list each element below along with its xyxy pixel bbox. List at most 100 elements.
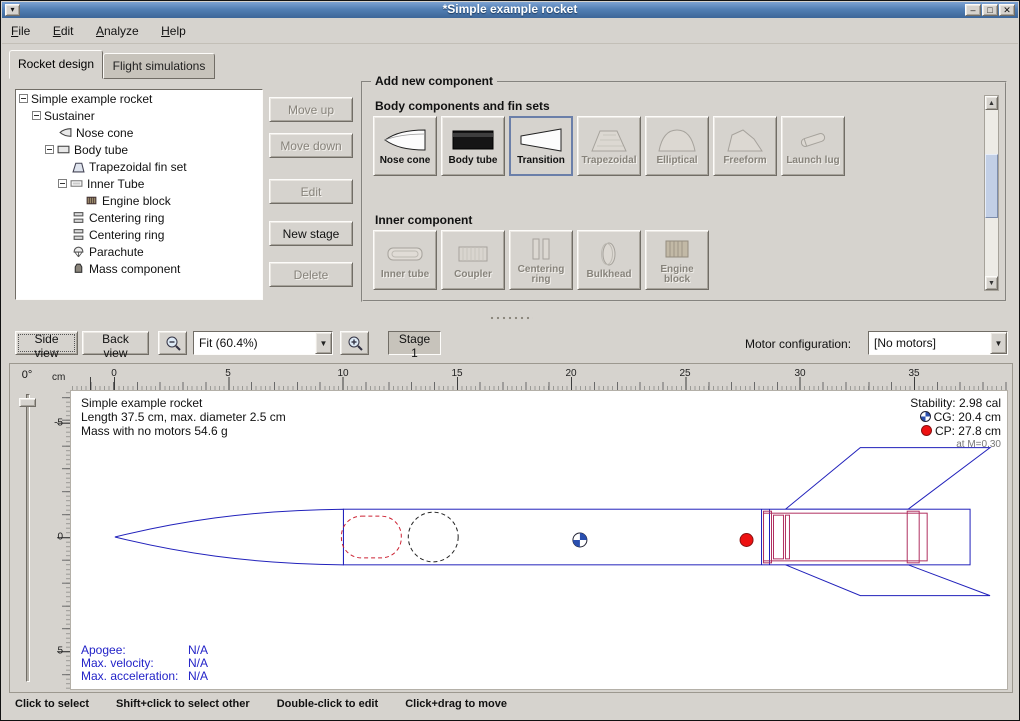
tree-item-nose-cone[interactable]: Nose cone [16,124,262,141]
button-label: Elliptical [656,156,697,166]
tree-item-sustainer[interactable]: Sustainer [16,107,262,124]
add-new-component-group: Add new component Body components and fi… [361,81,1007,302]
back-view-button[interactable]: Back view [82,331,149,355]
menu-bar: File Edit Analyze Help [2,18,1018,44]
maximize-button[interactable]: □ [982,4,998,16]
splitter-handle[interactable] [489,315,533,321]
add-freeform-fin-button[interactable]: Freeform [713,116,777,176]
ruler-tick-label: 0 [50,532,63,543]
move-up-button[interactable]: Move up [269,97,353,122]
rocket-mass: Mass with no motors 54.6 g [81,424,286,438]
button-label: Body tube [449,156,498,166]
scroll-down-icon[interactable]: ▼ [985,276,998,290]
cg-value: CG: 20.4 cm [934,410,1001,424]
body-tube-outline[interactable] [343,509,970,565]
add-bulkhead-button[interactable]: Bulkhead [577,230,641,290]
cp-value: CP: 27.8 cm [935,424,1001,438]
tab-flight-simulations[interactable]: Flight simulations [103,53,215,79]
tree-item-mass-component[interactable]: Mass component [16,260,262,277]
edit-button[interactable]: Edit [269,179,353,204]
zoom-in-icon [346,334,364,352]
add-inner-tube-button[interactable]: Inner tube [373,230,437,290]
tree-item-body-tube[interactable]: Body tube [16,141,262,158]
button-label: Coupler [454,270,492,280]
coupler-icon [451,240,495,268]
nose-cone-icon [383,126,427,154]
menu-edit[interactable]: Edit [44,18,83,43]
delete-button[interactable]: Delete [269,262,353,287]
freeform-fin-icon [723,126,767,154]
rotation-slider-thumb[interactable] [19,398,36,407]
fin-bottom[interactable] [785,565,990,596]
tree-item-centering-ring-2[interactable]: Centering ring [16,226,262,243]
button-label: Trapezoidal [581,156,636,166]
motor-configuration-select[interactable]: [No motors] ▼ [868,331,1008,355]
chevron-down-icon[interactable]: ▼ [315,332,332,354]
zoom-in-button[interactable] [340,331,369,355]
vertical-ruler: -5 0 5 [50,390,70,690]
side-view-button[interactable]: Side view [15,331,78,355]
tree-item-parachute[interactable]: Parachute [16,243,262,260]
rocket-info: Simple example rocket Length 37.5 cm, ma… [81,396,286,438]
ruler-tick-label: 35 [908,368,919,379]
ruler-tick-label: -5 [50,418,63,429]
fin-top[interactable] [785,448,990,510]
menu-help[interactable]: Help [152,18,195,43]
tree-item-label: Centering ring [89,228,164,242]
rocket-dimensions: Length 37.5 cm, max. diameter 2.5 cm [81,410,286,424]
component-tree[interactable]: Simple example rocket Sustainer Nose con… [15,89,263,300]
component-scrollbar[interactable]: ▲ ▼ [984,95,999,291]
add-trapezoidal-fin-button[interactable]: Trapezoidal [577,116,641,176]
close-button[interactable]: ✕ [999,4,1015,16]
menu-analyze[interactable]: Analyze [87,18,148,43]
add-centering-ring-button[interactable]: Centering ring [509,230,573,290]
cg-icon [920,411,931,422]
button-label: Engine block [648,265,706,285]
rotation-value: 0° [12,369,42,381]
tree-item-rocket[interactable]: Simple example rocket [16,90,262,107]
rotation-slider[interactable] [26,394,30,682]
chevron-down-icon[interactable]: ▼ [990,332,1007,354]
scrollbar-thumb[interactable] [985,154,998,218]
tree-item-inner-tube[interactable]: Inner Tube [16,175,262,192]
move-down-button[interactable]: Move down [269,133,353,158]
add-launch-lug-button[interactable]: Launch lug [781,116,845,176]
collapse-handle-icon[interactable] [45,145,54,154]
body-component-buttons: Nose cone Body tube Transition Trapezoid… [373,116,845,176]
horizontal-ruler: 0 5 10 15 20 25 30 35 [70,368,1008,390]
elliptical-fin-icon [655,126,699,154]
motor-configuration-label: Motor configuration: [745,337,851,351]
tree-item-centering-ring-1[interactable]: Centering ring [16,209,262,226]
add-elliptical-fin-button[interactable]: Elliptical [645,116,709,176]
minimize-button[interactable]: – [965,4,981,16]
hint-double-click: Double-click to edit [277,698,378,710]
tab-rocket-design[interactable]: Rocket design [9,50,103,79]
tree-item-engine-block[interactable]: Engine block [16,192,262,209]
zoom-level-select[interactable]: Fit (60.4%) ▼ [193,331,333,355]
hint-click-select: Click to select [15,698,89,710]
design-canvas[interactable]: Simple example rocket Length 37.5 cm, ma… [70,390,1008,690]
add-body-tube-button[interactable]: Body tube [441,116,505,176]
add-engine-block-button[interactable]: Engine block [645,230,709,290]
collapse-handle-icon[interactable] [32,111,41,120]
scroll-up-icon[interactable]: ▲ [985,96,998,110]
add-nose-cone-button[interactable]: Nose cone [373,116,437,176]
new-stage-button[interactable]: New stage [269,221,353,246]
inner-component-buttons: Inner tube Coupler Centering ring Bulkhe… [373,230,709,290]
collapse-handle-icon[interactable] [58,179,67,188]
title-bar[interactable]: ▾ *Simple example rocket – □ ✕ [2,2,1018,18]
tree-item-label: Sustainer [44,109,95,123]
collapse-handle-icon[interactable] [19,94,28,103]
add-transition-button[interactable]: Transition [509,116,573,176]
nose-cone-outline[interactable] [115,509,344,565]
max-acceleration-value: N/A [188,669,208,683]
tree-item-fin-set[interactable]: Trapezoidal fin set [16,158,262,175]
status-bar: Click to select Shift+click to select ot… [15,698,531,710]
rocket-viewer: 0° cm 0 5 10 15 20 25 30 35 -5 0 5 [9,363,1013,693]
zoom-out-button[interactable] [158,331,187,355]
add-coupler-button[interactable]: Coupler [441,230,505,290]
menu-file[interactable]: File [2,18,39,43]
stage-1-toggle[interactable]: Stage 1 [388,331,441,355]
rocket-name: Simple example rocket [81,396,286,410]
stability-value: Stability: 2.98 cal [910,396,1001,410]
